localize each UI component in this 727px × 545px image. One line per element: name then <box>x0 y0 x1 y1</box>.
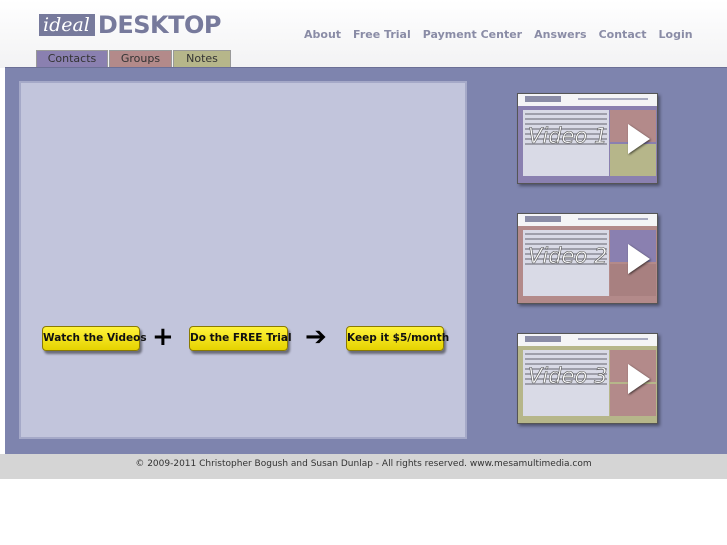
watch-videos-button[interactable]: Watch the Videos <box>42 326 147 351</box>
section-tabs: Contacts Groups Notes <box>36 50 232 67</box>
footer: © 2009-2011 Christopher Bogush and Susan… <box>0 454 727 479</box>
header: ideal DESKTOP About Free Trial Payment C… <box>0 0 727 68</box>
thumbnail-header <box>518 334 657 346</box>
nav-answers-link[interactable]: Answers <box>534 28 587 41</box>
tab-contacts[interactable]: Contacts <box>36 50 108 67</box>
main-panel: Watch the Videos + Do the FREE Trial ➔ K… <box>5 67 727 454</box>
top-navigation: About Free Trial Payment Center Answers … <box>304 28 705 41</box>
intro-content-box: Watch the Videos + Do the FREE Trial ➔ K… <box>19 81 467 439</box>
play-icon <box>628 364 650 394</box>
nav-about-link[interactable]: About <box>304 28 341 41</box>
nav-contact-link[interactable]: Contact <box>599 28 647 41</box>
copyright-text: © 2009-2011 Christopher Bogush and Susan… <box>135 459 592 469</box>
video-1-thumbnail[interactable]: Video 1 <box>517 93 658 184</box>
plus-icon: + <box>152 322 174 352</box>
site-logo[interactable]: ideal DESKTOP <box>39 13 221 37</box>
tab-groups[interactable]: Groups <box>109 50 172 67</box>
video-2-thumbnail[interactable]: Video 2 <box>517 213 658 304</box>
thumbnail-header <box>518 94 657 106</box>
free-trial-button[interactable]: Do the FREE Trial <box>189 326 292 351</box>
video-3-label: Video 3 <box>528 364 608 389</box>
thumbnail-header <box>518 214 657 226</box>
logo-desktop-text: DESKTOP <box>97 11 222 39</box>
keep-it-button[interactable]: Keep it $5/month <box>346 326 449 351</box>
arrow-right-icon: ➔ <box>305 322 327 352</box>
video-2-label: Video 2 <box>528 244 608 269</box>
logo-ideal-text: ideal <box>39 14 95 36</box>
tab-notes[interactable]: Notes <box>173 50 231 67</box>
video-3-thumbnail[interactable]: Video 3 <box>517 333 658 424</box>
play-icon <box>628 244 650 274</box>
nav-free-trial-link[interactable]: Free Trial <box>353 28 411 41</box>
video-1-label: Video 1 <box>528 124 608 149</box>
nav-payment-center-link[interactable]: Payment Center <box>423 28 522 41</box>
play-icon <box>628 124 650 154</box>
nav-login-link[interactable]: Login <box>659 28 693 41</box>
